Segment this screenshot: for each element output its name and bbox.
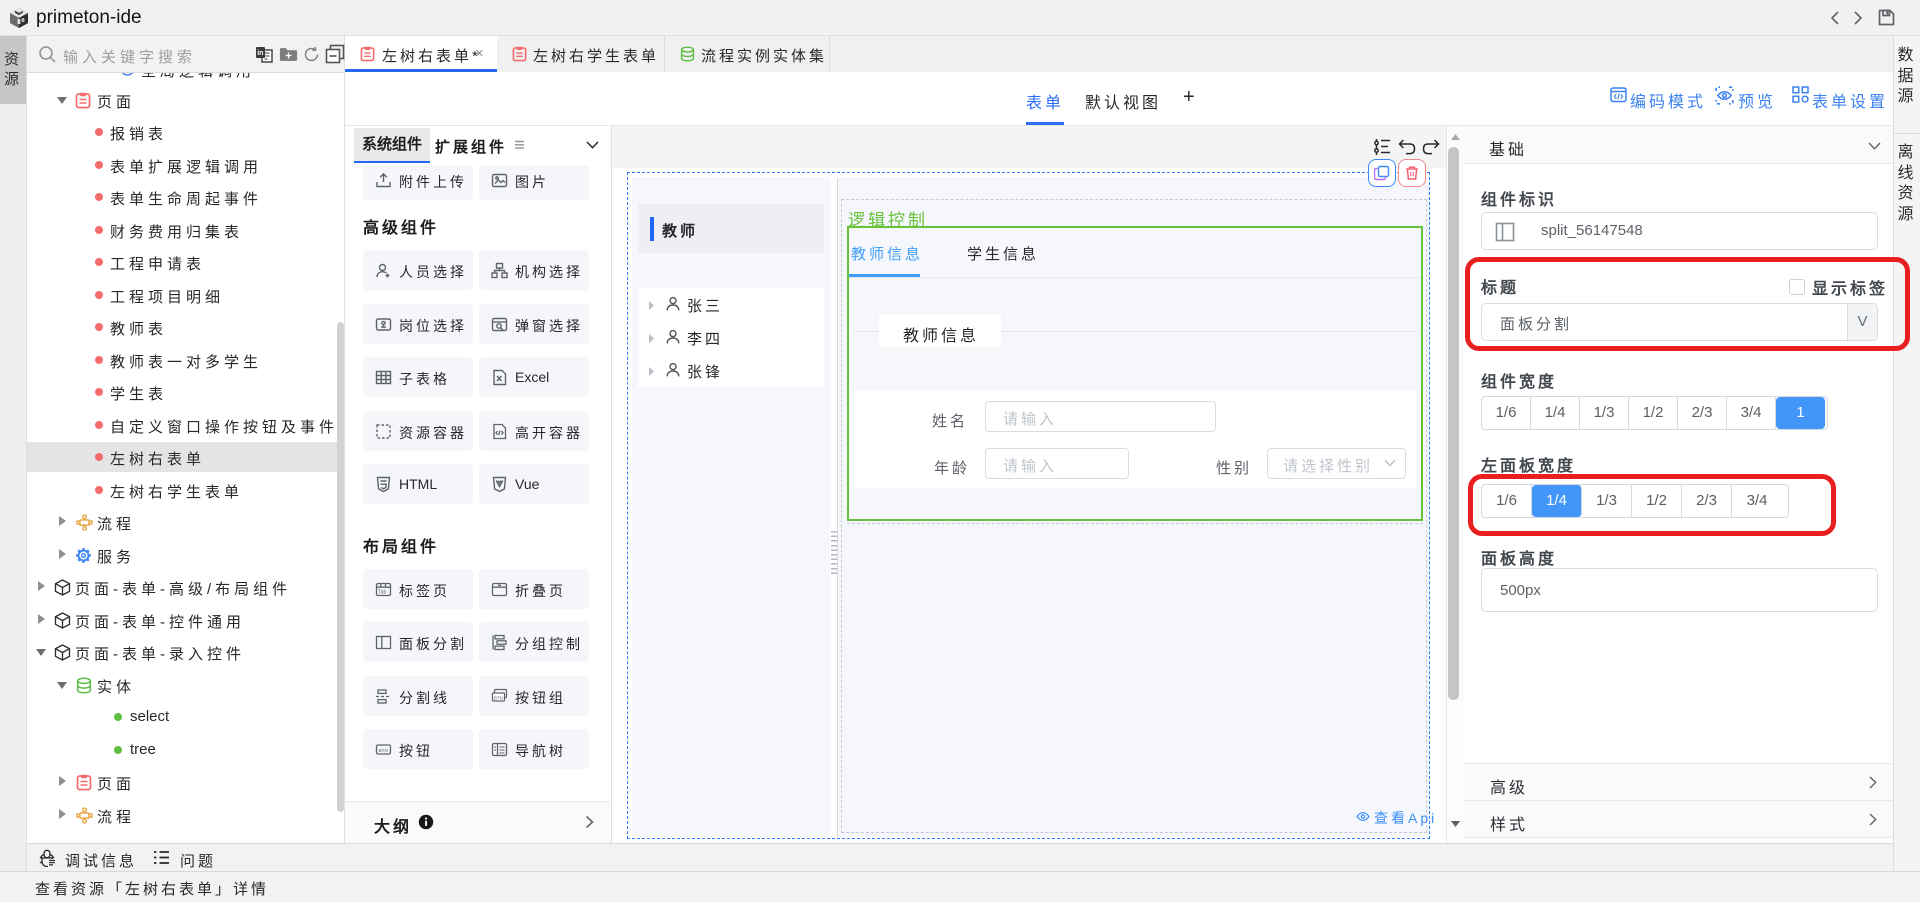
svg-text:BTN: BTN xyxy=(494,695,503,700)
svg-text:BTN: BTN xyxy=(379,748,388,753)
svg-text:in: in xyxy=(257,50,263,57)
svg-text:Tab: Tab xyxy=(378,590,386,596)
